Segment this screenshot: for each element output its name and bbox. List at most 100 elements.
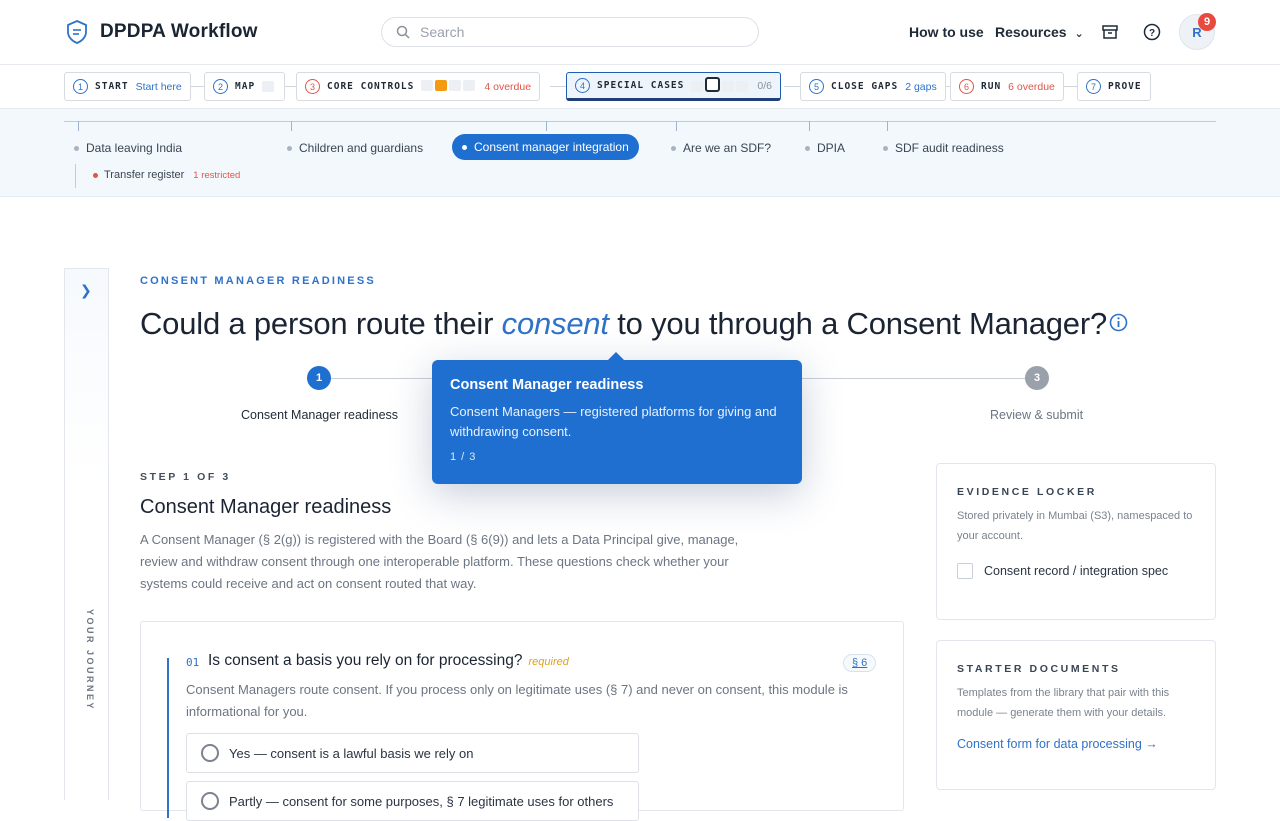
subnav-tick [676,121,677,131]
answer-option[interactable]: Partly — consent for some purposes, § 7 … [186,781,639,821]
step-sub: 2 gaps [905,80,937,93]
step-prove[interactable]: 7 PROVE [1077,72,1151,101]
step-number: 1 [73,79,88,94]
evidence-heading: EVIDENCE LOCKER [957,486,1097,498]
dot-icon [671,145,676,151]
dot-icon [74,145,79,151]
subnav-tick [78,121,79,131]
resources-label: Resources [995,24,1067,40]
svg-text:?: ? [1149,28,1155,39]
onboarding-tooltip[interactable]: Consent Manager readiness Consent Manage… [432,352,802,484]
help-button[interactable]: ? [1140,20,1164,44]
step-label: CLOSE GAPS [831,81,899,92]
evidence-locker-card: EVIDENCE LOCKER Stored privately in Mumb… [936,463,1216,620]
page-title: Could a person route their consent to yo… [140,306,1107,342]
progress-label-1: Consent Manager readiness [241,408,399,422]
subnav-label: Transfer register [104,169,185,181]
tooltip-title: Consent Manager readiness [450,377,644,393]
evidence-item[interactable]: Consent record / integration spec [957,563,1195,579]
progress-cells [691,76,750,95]
step-connector [550,86,566,87]
subnav-label: DPIA [817,141,846,155]
subnav-item-sdf-audit[interactable]: SDF audit readiness [883,141,1004,155]
subnav-label: Children and guardians [299,141,424,155]
subnav-tick [809,121,810,131]
app-logo[interactable]: DPDPA Workflow [66,20,258,44]
question-number: 01 [186,656,200,669]
info-icon[interactable] [1109,313,1128,332]
consent-form-link[interactable]: Consent form for data processing → [957,737,1195,751]
radio-button[interactable] [201,744,219,762]
subnav-item-sdf[interactable]: Are we an SDF? [671,141,771,155]
dot-icon [93,172,98,178]
subnav-tick [291,121,292,131]
help-icon: ? [1143,23,1161,41]
question-accent-bar [167,658,169,818]
step-sub: 0/6 [757,79,772,92]
section-description: A Consent Manager (§ 2(g)) is registered… [140,532,739,591]
step-label: START [95,81,129,92]
checkbox[interactable] [957,563,973,579]
subnav-item-data-leaving-india[interactable]: Data leaving India [74,141,182,155]
search-box[interactable] [381,17,759,47]
subnav-item-children[interactable]: Children and guardians [287,141,423,155]
step-number: 7 [1086,79,1101,94]
headline-pre: Could a person route their [140,306,502,341]
chevron-right-icon[interactable]: ❯ [80,282,92,299]
step-label: PROVE [1108,81,1142,92]
progress-cell [262,81,275,92]
dot-icon [462,144,467,150]
step-run[interactable]: 6 RUN 6 overdue [950,72,1064,101]
headline-post: to you through a Consent Manager? [608,306,1107,341]
step-special-cases[interactable]: 4 SPECIAL CASES 0/6 [566,72,781,101]
subnav-tick [887,121,888,131]
step-connector [784,86,800,87]
step-close-gaps[interactable]: 5 CLOSE GAPS 2 gaps [800,72,946,101]
page-eyebrow: CONSENT MANAGER READINESS [140,275,376,287]
step-map[interactable]: 2 MAP [204,72,286,101]
archive-button[interactable] [1098,20,1122,44]
progress-step-3[interactable]: 3 [1025,366,1049,390]
question-title: Is consent a basis you rely on for proce… [208,652,569,670]
shield-icon [67,20,87,44]
step-sub: 4 overdue [484,80,532,93]
step-label: RUN [981,81,1002,92]
evidence-description: Stored privately in Mumbai (S3), namespa… [957,510,1193,542]
radio-button[interactable] [201,792,219,810]
subnav [0,109,1280,197]
subnav-item-dpia[interactable]: DPIA [805,141,845,155]
answer-option[interactable]: Yes — consent is a lawful basis we rely … [186,733,639,773]
subnav-label: Are we an SDF? [683,141,772,155]
subnav-label: Consent manager integration [474,140,629,154]
journey-panel[interactable]: ❯ YOUR JOURNEY [64,268,109,800]
step-core-controls[interactable]: 3 CORE CONTROLS 4 overdue [296,72,541,101]
step-number: 5 [809,79,824,94]
starter-heading: STARTER DOCUMENTS [957,663,1121,675]
how-to-use-link[interactable]: How to use [909,24,984,40]
step-number: 4 [575,78,590,93]
subnav-tick [546,121,547,131]
dot-icon [883,145,888,151]
progress-cells [421,79,477,94]
question-text: Is consent a basis you rely on for proce… [208,652,523,669]
search-input[interactable] [420,24,720,40]
section-reference-link[interactable]: § 6 [843,654,877,672]
resources-menu[interactable]: Resources ⌄ [995,24,1084,40]
step-number: 3 [305,79,320,94]
step-number: 2 [213,79,228,94]
step-sub: 6 overdue [1008,80,1055,93]
search-icon [396,25,410,39]
step-start[interactable]: 1 START Start here [64,72,191,101]
notification-badge: 9 [1198,13,1216,31]
progress-step-1[interactable]: 1 [307,366,331,390]
option-label: Yes — consent is a lawful basis we rely … [229,745,474,761]
section-title: Consent Manager readiness [140,496,392,518]
tooltip-body: Consent Managers — registered platforms … [450,404,777,439]
subnav-rail [64,121,1216,122]
subnav-item-consent-manager[interactable]: Consent manager integration [452,134,639,160]
dot-icon [805,145,810,151]
subnav-item-transfer-register[interactable]: Transfer register 1 restricted [93,169,240,181]
starter-documents-card: STARTER DOCUMENTS Templates from the lib… [936,640,1216,790]
question-description: Consent Managers route consent. If you p… [186,682,848,719]
step-indicator: STEP 1 OF 3 [140,471,231,483]
